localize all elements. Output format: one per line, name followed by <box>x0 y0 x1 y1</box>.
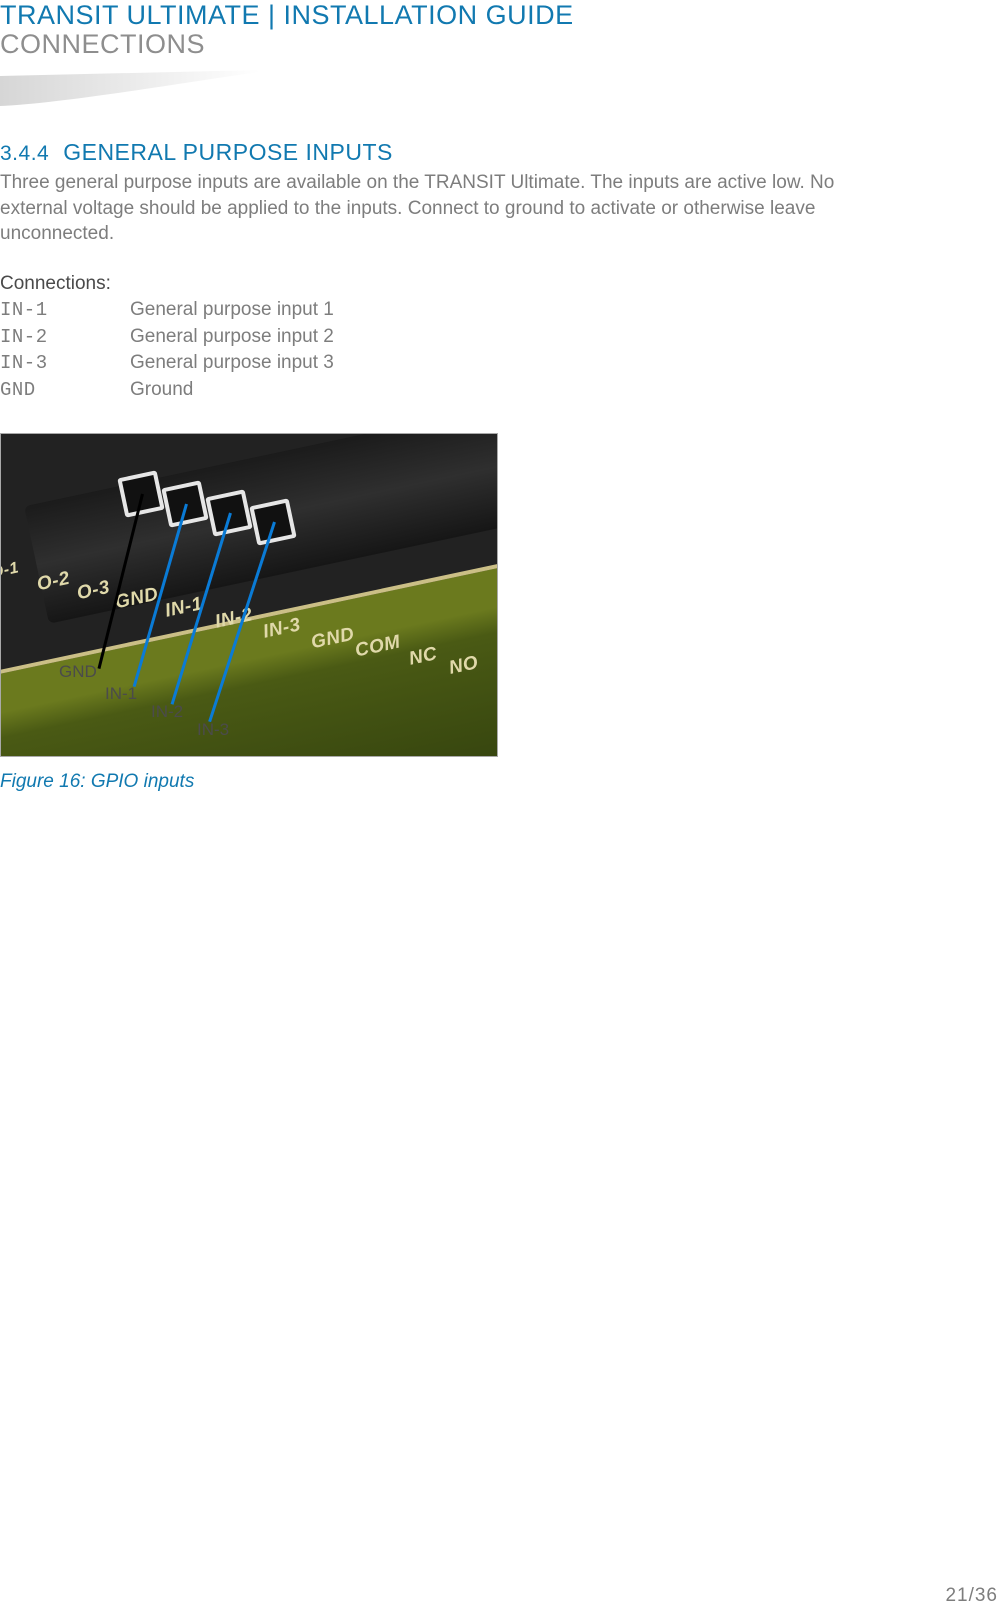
conn-desc: General purpose input 1 <box>130 297 334 324</box>
conn-desc: General purpose input 2 <box>130 324 334 351</box>
conn-code: GND <box>0 377 130 404</box>
conn-code: IN-3 <box>0 350 130 377</box>
table-row: IN-2 General purpose input 2 <box>0 324 334 351</box>
wire-label-in3: IN-3 <box>197 720 229 740</box>
figure-caption: Figure 16: GPIO inputs <box>0 771 1002 793</box>
conn-code: IN-2 <box>0 324 130 351</box>
figure-gpio-inputs: O-1 O-2 O-3 GND IN-1 IN-2 IN-3 GND COM N… <box>0 433 498 757</box>
section-paragraph: Three general purpose inputs are availab… <box>0 170 850 247</box>
page-number: 21/36 <box>945 1585 998 1607</box>
conn-desc: Ground <box>130 377 334 404</box>
connections-heading: Connections: <box>0 273 1002 295</box>
section-number: 3.4.4 <box>0 142 49 166</box>
table-row: GND Ground <box>0 377 334 404</box>
conn-code: IN-1 <box>0 297 130 324</box>
document-title: TRANSIT ULTIMATE | INSTALLATION GUIDE <box>0 0 1002 31</box>
wire-label-in1: IN-1 <box>105 684 137 704</box>
table-row: IN-1 General purpose input 1 <box>0 297 334 324</box>
header-swoosh-icon <box>0 70 260 106</box>
wire-label-gnd: GND <box>59 662 97 682</box>
silkscreen-label: O-1 <box>0 560 21 583</box>
section-title: GENERAL PURPOSE INPUTS <box>63 139 393 166</box>
connections-table: IN-1 General purpose input 1 IN-2 Genera… <box>0 297 334 404</box>
table-row: IN-3 General purpose input 3 <box>0 350 334 377</box>
document-section: CONNECTIONS <box>0 29 1002 60</box>
wire-label-in2: IN-2 <box>151 702 183 722</box>
conn-desc: General purpose input 3 <box>130 350 334 377</box>
